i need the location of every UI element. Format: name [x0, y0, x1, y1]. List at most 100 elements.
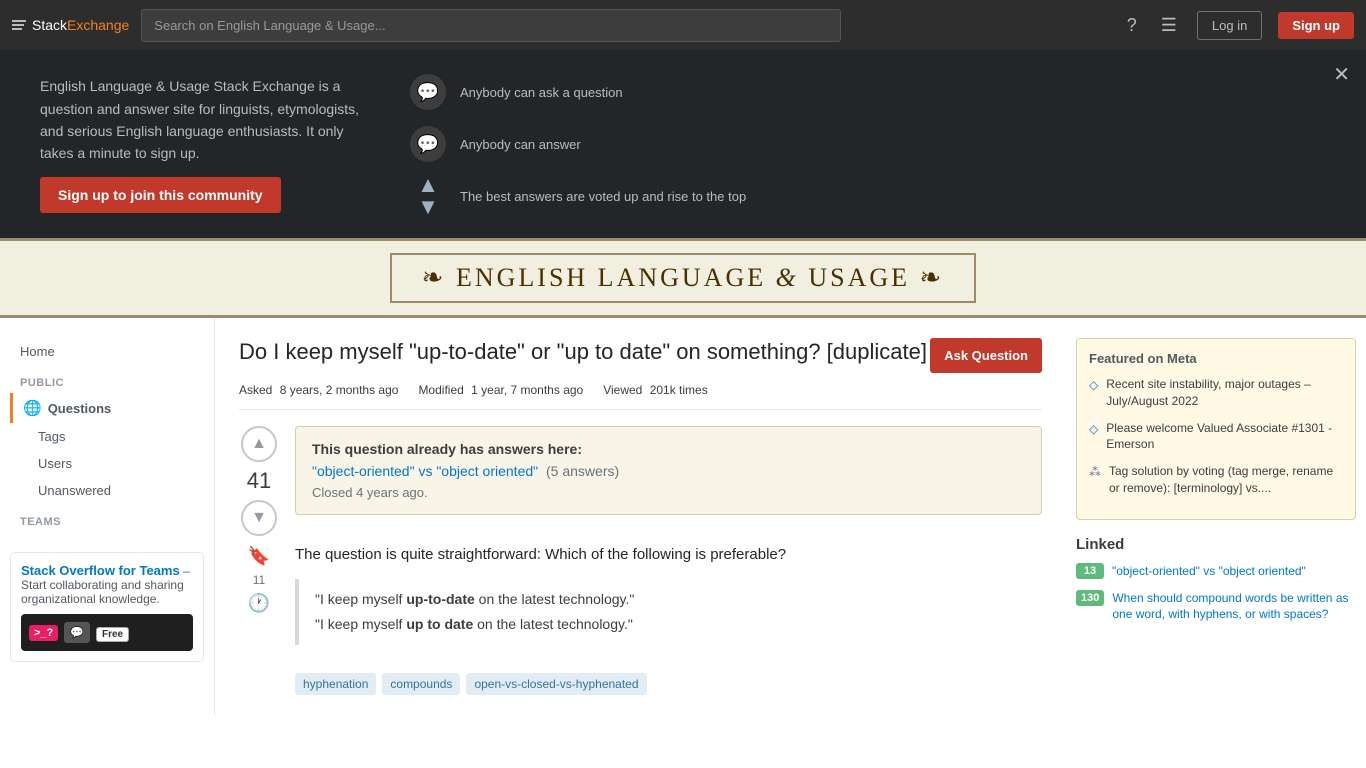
site-title: ❧ ENGLISH LANGUAGE & USAGE ❧ — [422, 263, 945, 293]
history-button[interactable]: 🕐 — [248, 593, 270, 614]
tag-hyphenation[interactable]: hyphenation — [295, 673, 376, 695]
meta-special-icon: ⁂ — [1089, 464, 1101, 481]
tag-open-vs-closed[interactable]: open-vs-closed-vs-hyphenated — [466, 673, 646, 695]
feature-ask: 💬 Anybody can ask a question — [410, 74, 746, 110]
free-badge: Free — [96, 627, 129, 642]
community-banner: English Language & Usage Stack Exchange … — [0, 50, 1366, 238]
modified-value: 1 year, 7 months ago — [471, 383, 583, 397]
quote-block: "I keep myself up-to-date on the latest … — [295, 579, 1042, 645]
viewed-meta: Viewed 201k times — [603, 383, 708, 397]
duplicate-link[interactable]: "object-oriented" vs "object oriented" — [312, 463, 538, 479]
feature-ask-text: Anybody can ask a question — [460, 85, 623, 100]
vote-column: ▲ 41 ▼ 🔖 11 🕐 — [239, 426, 279, 695]
featured-meta-box: Featured on Meta ◇ Recent site instabili… — [1076, 338, 1356, 520]
answer-icon: 💬 — [410, 126, 446, 162]
feature-answer-text: Anybody can answer — [460, 137, 581, 152]
linked-score-1: 13 — [1076, 563, 1104, 579]
teams-text: Stack Overflow for Teams – Start collabo… — [21, 563, 193, 606]
teams-title[interactable]: Stack Overflow for Teams — [21, 563, 180, 578]
featured-meta-title: Featured on Meta — [1089, 351, 1343, 366]
linked-score-2: 130 — [1076, 590, 1104, 606]
linked-item-1: 13 "object-oriented" vs "object oriented… — [1076, 563, 1356, 580]
sidebar-questions-label: Questions — [48, 401, 112, 416]
sidebar-item-questions[interactable]: 🌐 Questions — [10, 393, 204, 423]
banner-description: English Language & Usage Stack Exchange … — [40, 75, 370, 165]
meta-diamond-icon-1: ◇ — [1089, 377, 1098, 394]
sidebar-item-home[interactable]: Home — [10, 338, 204, 365]
duplicate-answers: (5 answers) — [546, 463, 619, 479]
vote-up-button[interactable]: ▲ — [241, 426, 277, 462]
modified-label: Modified — [418, 383, 463, 397]
featured-meta-item-3: ⁂ Tag solution by voting (tag merge, ren… — [1089, 463, 1343, 497]
tag-compounds[interactable]: compounds — [382, 673, 460, 695]
banner-text-area: English Language & Usage Stack Exchange … — [40, 75, 370, 213]
signup-button[interactable]: Sign up — [1278, 12, 1354, 39]
sidebar-item-unanswered[interactable]: Unanswered — [10, 477, 204, 504]
uptodate-hyphenated: up-to-date — [406, 591, 474, 607]
linked-title: Linked — [1076, 536, 1356, 553]
featured-meta-text-3[interactable]: Tag solution by voting (tag merge, renam… — [1109, 463, 1343, 497]
main-content: Do I keep myself "up-to-date" or "up to … — [215, 318, 1066, 715]
logo-text: StackExchange — [32, 17, 129, 33]
featured-meta-item-2: ◇ Please welcome Valued Associate #1301 … — [1089, 420, 1343, 454]
main-layout: Home PUBLIC 🌐 Questions Tags Users Unans… — [0, 318, 1366, 715]
nav-icons: ? ☰ Log in Sign up — [1123, 11, 1354, 40]
bookmark-count: 11 — [253, 573, 265, 587]
quote-line-2: "I keep myself up to date on the latest … — [315, 612, 1026, 637]
login-button[interactable]: Log in — [1197, 11, 1262, 40]
question-meta: Asked 8 years, 2 months ago Modified 1 y… — [239, 383, 1042, 410]
linked-link-1[interactable]: "object-oriented" vs "object oriented" — [1112, 563, 1306, 580]
ask-question-button[interactable]: Ask Question — [930, 338, 1042, 373]
duplicate-link-row: "object-oriented" vs "object oriented" (… — [312, 463, 1025, 479]
meta-diamond-icon-2: ◇ — [1089, 421, 1098, 438]
search-bar — [141, 9, 841, 42]
feature-vote: ▲▼ The best answers are voted up and ris… — [410, 178, 746, 214]
banner-close-button[interactable]: ✕ — [1333, 62, 1350, 87]
teams-box: Stack Overflow for Teams – Start collabo… — [10, 552, 204, 662]
linked-link-2[interactable]: When should compound words be written as… — [1112, 590, 1356, 624]
sidebar-item-users[interactable]: Users — [10, 450, 204, 477]
right-sidebar: Featured on Meta ◇ Recent site instabili… — [1066, 318, 1366, 715]
inbox-button[interactable]: ☰ — [1157, 11, 1181, 40]
asked-label: Asked — [239, 383, 272, 397]
asked-value: 8 years, 2 months ago — [280, 383, 399, 397]
site-title-main: ENGLISH LANGUAGE — [456, 263, 766, 292]
vote-count: 41 — [247, 468, 271, 494]
feature-answer: 💬 Anybody can answer — [410, 126, 746, 162]
sidebar-teams-label: TEAMS — [10, 504, 204, 532]
uptodate-open: up to date — [406, 616, 473, 632]
teams-chat-preview: 💬 — [64, 622, 90, 643]
teams-preview-icon: >_? — [29, 625, 58, 641]
search-input[interactable] — [141, 9, 841, 42]
site-header: ❧ ENGLISH LANGUAGE & USAGE ❧ — [0, 238, 1366, 318]
join-community-button[interactable]: Sign up to join this community — [40, 177, 281, 213]
sidebar-item-tags[interactable]: Tags — [10, 423, 204, 450]
featured-meta-text-2[interactable]: Please welcome Valued Associate #1301 - … — [1106, 420, 1343, 454]
ask-icon: 💬 — [410, 74, 446, 110]
site-logo[interactable]: StackExchange — [12, 17, 129, 33]
question-header: Do I keep myself "up-to-date" or "up to … — [239, 338, 1042, 373]
featured-meta-item-1: ◇ Recent site instability, major outages… — [1089, 376, 1343, 410]
globe-icon: 🌐 — [23, 399, 42, 417]
question-body: ▲ 41 ▼ 🔖 11 🕐 This question already has … — [239, 426, 1042, 695]
top-navigation: StackExchange ? ☰ Log in Sign up — [0, 0, 1366, 50]
viewed-label: Viewed — [603, 383, 642, 397]
vote-down-button[interactable]: ▼ — [241, 500, 277, 536]
vote-icon: ▲▼ — [410, 178, 446, 214]
quote-line-1: "I keep myself up-to-date on the latest … — [315, 587, 1026, 612]
tags-row: hyphenation compounds open-vs-closed-vs-… — [295, 673, 1042, 695]
duplicate-notice: This question already has answers here: … — [295, 426, 1042, 515]
linked-item-2: 130 When should compound words be writte… — [1076, 590, 1356, 624]
duplicate-notice-title: This question already has answers here: — [312, 441, 1025, 457]
teams-preview: >_? 💬 Free — [21, 614, 193, 651]
question-text: The question is quite straightforward: W… — [295, 543, 1042, 567]
stack-icon — [12, 20, 26, 30]
linked-section: Linked 13 "object-oriented" vs "object o… — [1076, 536, 1356, 623]
banner-features: 💬 Anybody can ask a question 💬 Anybody c… — [410, 74, 746, 214]
site-title-text1: ❧ — [422, 263, 456, 292]
help-button[interactable]: ? — [1123, 11, 1141, 40]
bookmark-button[interactable]: 🔖 — [248, 546, 270, 567]
site-title-usage: USAGE — [808, 263, 910, 292]
question-title: Do I keep myself "up-to-date" or "up to … — [239, 338, 927, 367]
featured-meta-text-1[interactable]: Recent site instability, major outages –… — [1106, 376, 1343, 410]
